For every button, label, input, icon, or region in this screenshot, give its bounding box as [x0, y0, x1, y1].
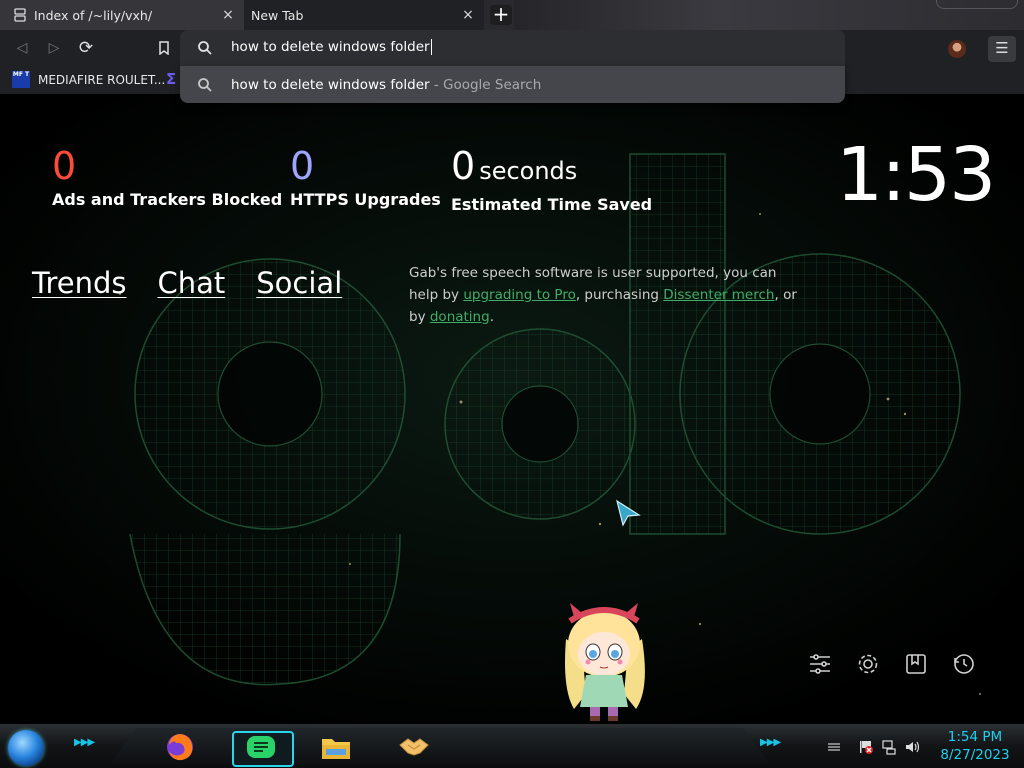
taskbar-chevrons-right: ▶▶▶ — [760, 737, 781, 748]
profile-avatar[interactable] — [948, 40, 966, 58]
tab-strip: Index of /~lily/vxh/ × New Tab × + — [0, 0, 1024, 30]
suggestion-item[interactable]: how to delete windows folder - Google Se… — [231, 77, 541, 93]
bookmark-icon — [159, 41, 169, 56]
back-button[interactable]: ◁ — [10, 36, 34, 60]
bookmarks-button[interactable] — [904, 652, 928, 676]
customize-icon — [810, 654, 830, 674]
stat-value-row: 0 seconds — [451, 144, 652, 193]
link-social[interactable]: Social — [256, 266, 342, 300]
mouse-cursor-icon — [616, 499, 641, 527]
file-explorer-icon[interactable] — [320, 731, 352, 763]
titlebar-decoration — [514, 0, 1024, 30]
bookmark-mediafire-roulette[interactable]: MF T MEDIAFIRE ROULET... — [12, 71, 165, 88]
hidden-tray-icon[interactable] — [826, 739, 842, 755]
tab-index-of-lily[interactable]: Index of /~lily/vxh/ × — [0, 0, 244, 30]
link-dissenter-merch[interactable]: Dissenter merch — [663, 287, 774, 303]
close-tab-icon[interactable]: × — [458, 7, 478, 23]
customize-button[interactable] — [808, 652, 832, 676]
server-icon — [12, 7, 28, 23]
tab-title: New Tab — [251, 7, 304, 23]
browser-menu-button[interactable]: ☰ — [988, 36, 1016, 62]
taskbar-date: 8/27/2023 — [940, 747, 1010, 763]
taskbar-clock[interactable]: 1:54 PM 8/27/2023 — [936, 728, 1014, 764]
action-center-flag-icon[interactable] — [858, 739, 874, 755]
handshake-icon[interactable] — [398, 731, 430, 763]
taskbar-chevrons-left: ▶▶▶ — [74, 737, 95, 748]
stat-time-saved: 0 seconds Estimated Time Saved — [451, 144, 652, 214]
gab-support-message: Gab's free speech software is user suppo… — [409, 262, 809, 328]
stat-value: 0 — [451, 144, 476, 188]
start-button[interactable] — [8, 730, 44, 766]
settings-icon — [858, 654, 878, 674]
new-tab-page: 0 Ads and Trackers Blocked 0 HTTPS Upgra… — [0, 94, 1024, 724]
history-icon — [954, 654, 974, 674]
network-icon[interactable] — [881, 739, 897, 755]
search-icon — [198, 78, 212, 92]
link-trends[interactable]: Trends — [32, 266, 126, 300]
suggestion-query: how to delete windows folder — [231, 77, 430, 93]
messages-app-button[interactable] — [232, 731, 294, 767]
cartoon-character-sticker — [565, 603, 645, 721]
bookmark-second[interactable]: Σ — [166, 70, 176, 88]
settings-button[interactable] — [856, 652, 880, 676]
stat-https-upgrades: 0 HTTPS Upgrades — [290, 144, 441, 209]
tab-title: Index of /~lily/vxh/ — [34, 7, 153, 23]
address-bar[interactable]: how to delete windows folder — [180, 30, 845, 66]
stat-label: HTTPS Upgrades — [290, 190, 441, 209]
address-input-value: how to delete windows folder — [231, 39, 430, 55]
search-icon — [198, 41, 212, 55]
bookmark-label: MEDIAFIRE ROULET... — [38, 72, 166, 87]
taskbar-time: 1:54 PM — [947, 729, 1003, 745]
messages-icon — [247, 736, 275, 758]
address-input[interactable]: how to delete windows folder — [231, 39, 432, 55]
message-text: . — [489, 309, 494, 325]
clock: 1:53 — [836, 132, 996, 218]
text-caret — [430, 39, 432, 55]
stat-value: 0 — [290, 144, 315, 188]
forward-button[interactable]: ▷ — [42, 36, 66, 60]
reload-button[interactable]: ⟳ — [74, 36, 98, 60]
mediafire-favicon-icon: MF T — [12, 71, 30, 88]
stat-value: 0 — [52, 144, 77, 188]
taskbar-frame — [110, 728, 770, 764]
message-text: , purchasing — [575, 287, 664, 303]
suggestion-suffix: - Google Search — [429, 77, 542, 93]
stat-label: Ads and Trackers Blocked — [52, 190, 283, 209]
bookmarks-icon — [906, 654, 926, 674]
link-donating[interactable]: donating — [430, 309, 490, 325]
stat-ads-blocked: 0 Ads and Trackers Blocked — [52, 144, 282, 209]
stat-unit: seconds — [479, 157, 578, 185]
new-tab-button[interactable]: + — [490, 4, 512, 25]
link-upgrade-pro[interactable]: upgrading to Pro — [463, 287, 576, 303]
history-button[interactable] — [952, 652, 976, 676]
tab-new-tab[interactable]: New Tab × — [244, 0, 484, 30]
link-chat[interactable]: Chat — [157, 266, 225, 300]
close-tab-icon[interactable]: × — [218, 7, 238, 23]
firefox-icon[interactable] — [164, 731, 196, 763]
omnibox-suggestion-dropdown: how to delete windows folder - Google Se… — [180, 66, 845, 103]
bookmark-page-button[interactable] — [152, 36, 176, 60]
volume-icon[interactable] — [904, 739, 920, 755]
top-links: Trends Chat Social — [32, 266, 342, 300]
stat-label: Estimated Time Saved — [451, 195, 653, 214]
